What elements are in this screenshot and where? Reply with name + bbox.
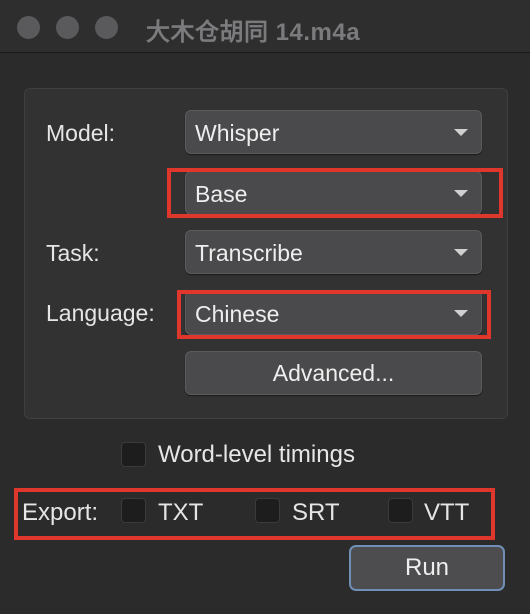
- word-level-timings-label: Word-level timings: [158, 441, 355, 468]
- word-level-timings-checkbox[interactable]: [121, 442, 146, 467]
- minimize-window-button[interactable]: [56, 16, 79, 39]
- chevron-down-icon: [454, 249, 468, 256]
- highlight-box-language: [177, 290, 491, 339]
- model-select[interactable]: Whisper: [185, 110, 482, 154]
- title-bar: 大木仓胡同 14.m4a: [0, 0, 530, 53]
- task-select-value: Transcribe: [195, 240, 303, 266]
- close-window-button[interactable]: [17, 16, 40, 39]
- model-label: Model:: [46, 120, 116, 146]
- zoom-window-button[interactable]: [95, 16, 118, 39]
- export-txt-label: TXT: [158, 499, 204, 526]
- export-txt-checkbox[interactable]: [121, 498, 146, 523]
- window-title: 大木仓胡同 14.m4a: [146, 19, 361, 46]
- task-select[interactable]: Transcribe: [185, 230, 482, 274]
- export-label: Export:: [22, 499, 99, 526]
- export-vtt-checkbox[interactable]: [388, 498, 413, 523]
- chevron-down-icon: [454, 129, 468, 136]
- export-vtt-label: VTT: [424, 499, 470, 526]
- language-label: Language:: [46, 300, 155, 326]
- advanced-button[interactable]: Advanced...: [185, 351, 482, 395]
- export-srt-checkbox[interactable]: [255, 498, 280, 523]
- dialog-window: 大木仓胡同 14.m4a Model: Whisper Base Task: T…: [0, 0, 530, 614]
- model-select-value: Whisper: [195, 120, 280, 146]
- run-button[interactable]: Run: [349, 545, 505, 591]
- highlight-box-model-size: [167, 168, 503, 218]
- export-srt-label: SRT: [292, 499, 340, 526]
- task-label: Task:: [46, 240, 100, 266]
